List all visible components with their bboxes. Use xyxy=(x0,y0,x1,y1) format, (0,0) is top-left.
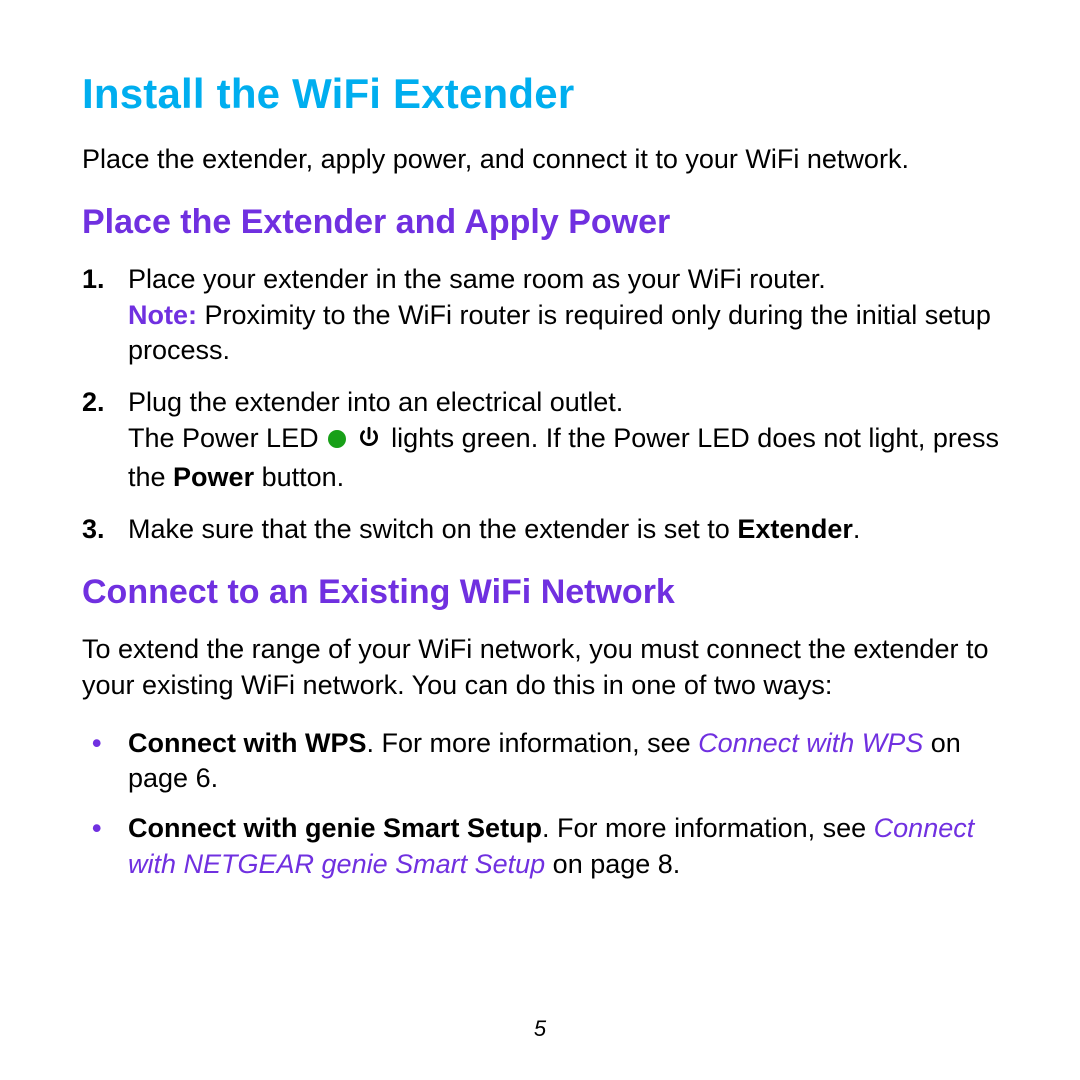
note-label: Note: xyxy=(128,300,197,330)
intro-paragraph: Place the extender, apply power, and con… xyxy=(82,142,1010,177)
bullet-genie-mid: . For more information, see xyxy=(542,813,874,843)
step-3-bold: Extender xyxy=(737,514,853,544)
connection-options-list: Connect with WPS. For more information, … xyxy=(82,726,1010,883)
page-number: 5 xyxy=(0,1016,1080,1042)
step-2: Plug the extender into an electrical out… xyxy=(82,385,1010,496)
step-1: Place your extender in the same room as … xyxy=(82,262,1010,369)
step-2-after-power: button. xyxy=(254,462,344,492)
bullet-genie: Connect with genie Smart Setup. For more… xyxy=(82,811,1010,882)
led-dot-icon xyxy=(328,430,346,448)
xref-connect-with-wps[interactable]: Connect with WPS xyxy=(698,728,923,758)
bullet-wps: Connect with WPS. For more information, … xyxy=(82,726,1010,797)
step-3: Make sure that the switch on the extende… xyxy=(82,512,1010,548)
bullet-genie-label: Connect with genie Smart Setup xyxy=(128,813,542,843)
power-word: Power xyxy=(173,462,254,492)
bullet-wps-label: Connect with WPS xyxy=(128,728,367,758)
numbered-steps-list: Place your extender in the same room as … xyxy=(82,262,1010,547)
section-heading-place-extender: Place the Extender and Apply Power xyxy=(82,203,1010,242)
step-1-text: Place your extender in the same room as … xyxy=(128,264,826,294)
connect-intro-paragraph: To extend the range of your WiFi network… xyxy=(82,632,1010,703)
power-icon xyxy=(356,425,382,461)
note-text: Proximity to the WiFi router is required… xyxy=(128,300,991,366)
step-3-pre: Make sure that the switch on the extende… xyxy=(128,514,737,544)
bullet-genie-tail: on page 8. xyxy=(545,849,680,879)
step-2-line1: Plug the extender into an electrical out… xyxy=(128,387,623,417)
bullet-wps-mid: . For more information, see xyxy=(367,728,699,758)
step-3-post: . xyxy=(853,514,861,544)
step-2-led-pre: The Power LED xyxy=(128,423,326,453)
document-page: Install the WiFi Extender Place the exte… xyxy=(0,0,1080,1080)
section-heading-connect-wifi: Connect to an Existing WiFi Network xyxy=(82,573,1010,612)
page-title-h1: Install the WiFi Extender xyxy=(82,70,1010,118)
